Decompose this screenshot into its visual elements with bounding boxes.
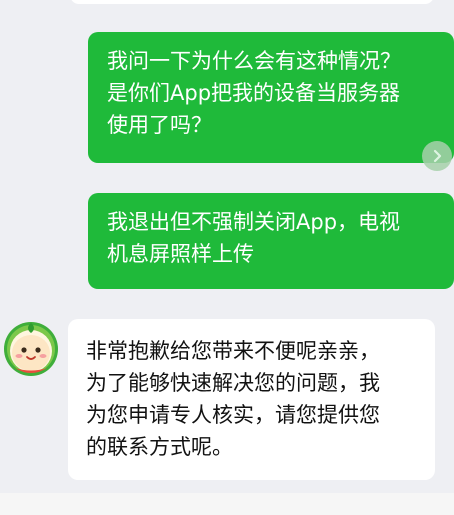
chevron-right-icon	[433, 149, 442, 163]
chat-bottom-edge	[0, 493, 454, 515]
previous-message-bubble	[70, 0, 434, 4]
watermelon-mascot-icon	[4, 322, 58, 376]
incoming-message-bubble: 非常抱歉给您带来不便呢亲亲， 为了能够快速解决您的问题，我 为您申请专人核实，请…	[68, 319, 435, 480]
outgoing-message-bubble: 我退出但不强制关闭App，电视 机息屏照样上传	[88, 193, 454, 289]
scroll-right-button[interactable]	[422, 141, 452, 171]
outgoing-message-bubble: 我问一下为什么会有这种情况？ 是你们App把我的设备当服务器 使用了吗？	[88, 32, 454, 163]
agent-avatar[interactable]	[2, 320, 60, 378]
